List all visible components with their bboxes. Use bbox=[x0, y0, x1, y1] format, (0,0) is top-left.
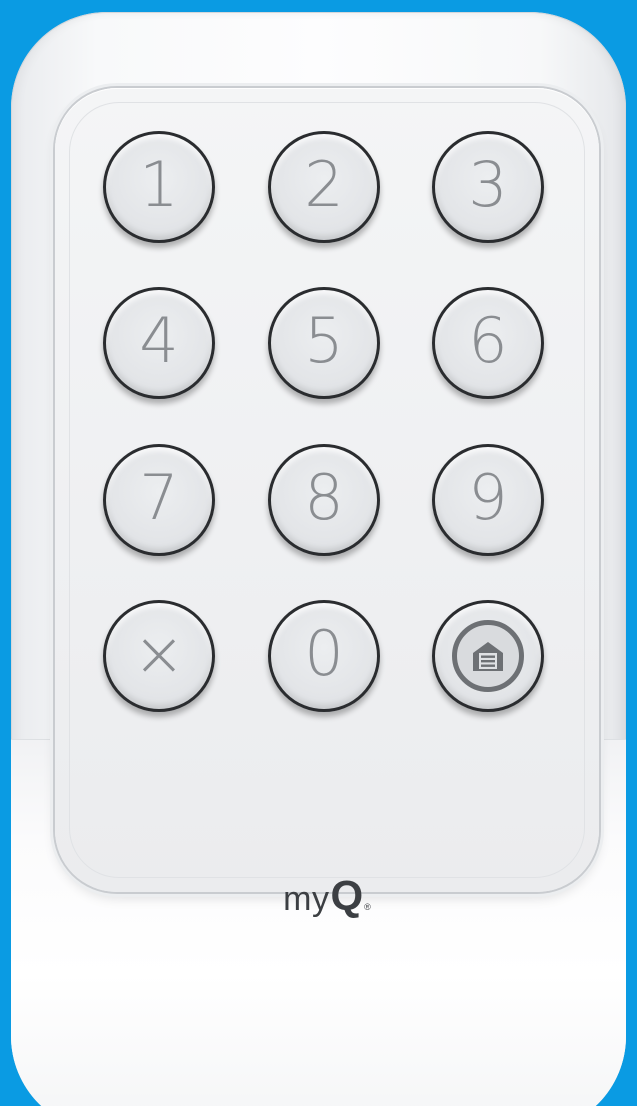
key-1[interactable]: 1 bbox=[103, 131, 215, 243]
key-label: 3 bbox=[468, 148, 508, 221]
key-9[interactable]: 9 bbox=[432, 444, 544, 556]
key-3[interactable]: 3 bbox=[432, 131, 544, 243]
garage-icon-ring bbox=[452, 620, 524, 692]
key-label: 0 bbox=[304, 617, 344, 690]
key-4[interactable]: 4 bbox=[103, 287, 215, 399]
key-label: 2 bbox=[304, 148, 344, 221]
key-5[interactable]: 5 bbox=[268, 287, 380, 399]
key-label: 8 bbox=[304, 461, 344, 534]
key-2[interactable]: 2 bbox=[268, 131, 380, 243]
myq-logo: myQ® bbox=[55, 872, 599, 919]
keypad-face: 1 2 3 4 5 6 7 8 9 × 0 myQ® bbox=[55, 88, 599, 919]
logo-q-mark: Q bbox=[330, 872, 364, 919]
key-clear[interactable]: × bbox=[103, 600, 215, 712]
key-label: 6 bbox=[468, 304, 508, 377]
key-label: 7 bbox=[139, 461, 179, 534]
key-0[interactable]: 0 bbox=[268, 600, 380, 712]
key-7[interactable]: 7 bbox=[103, 444, 215, 556]
key-label: 1 bbox=[139, 148, 179, 221]
key-label: 4 bbox=[139, 304, 179, 377]
keypad-device: 1 2 3 4 5 6 7 8 9 × 0 myQ® bbox=[11, 12, 626, 1106]
key-label: 9 bbox=[468, 461, 508, 534]
key-garage[interactable] bbox=[432, 600, 544, 712]
clear-label: × bbox=[133, 617, 185, 690]
garage-door-icon bbox=[468, 636, 508, 676]
logo-my-text: my bbox=[283, 880, 330, 918]
key-8[interactable]: 8 bbox=[268, 444, 380, 556]
key-label: 5 bbox=[304, 304, 344, 377]
key-6[interactable]: 6 bbox=[432, 287, 544, 399]
registered-mark: ® bbox=[364, 902, 371, 912]
